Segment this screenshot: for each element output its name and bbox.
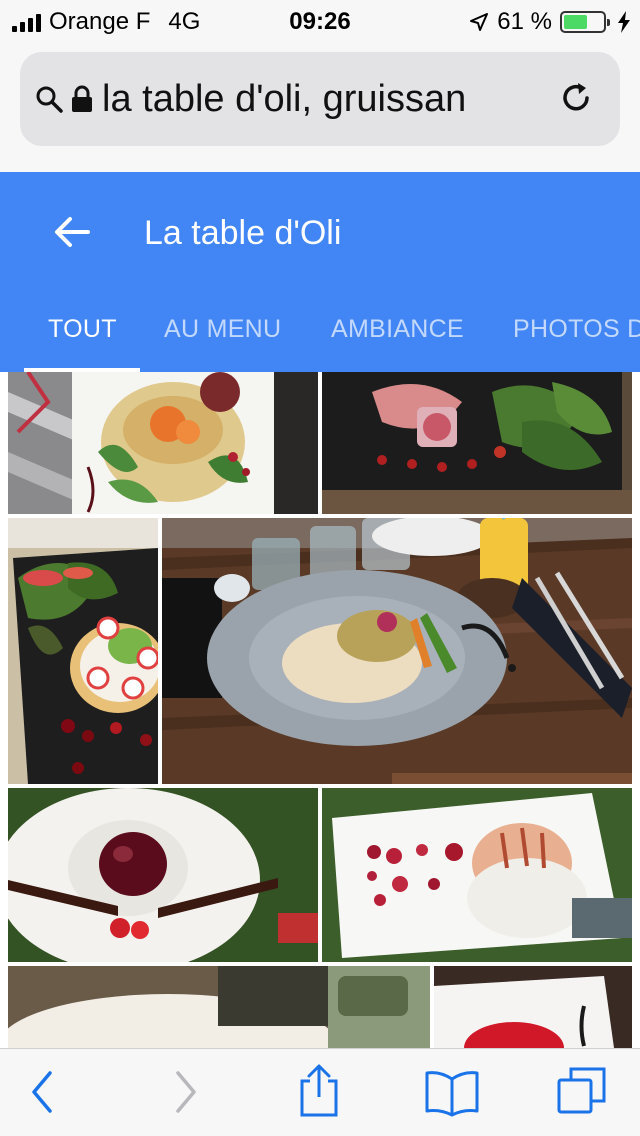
battery-percent: 61 % [497,8,552,35]
back-icon[interactable] [30,1069,56,1115]
battery-level [564,15,588,29]
reload-icon[interactable] [556,78,596,118]
location-arrow-icon [470,13,489,31]
status-bar: Orange F 4G 09:26 61 % [0,0,640,44]
charging-bolt-icon [618,11,630,33]
back-arrow-icon[interactable] [48,208,96,256]
tabs-icon[interactable] [556,1065,608,1117]
share-icon[interactable] [296,1063,342,1119]
browser-toolbar [0,1048,640,1136]
lock-icon [72,85,92,112]
forward-icon[interactable] [172,1069,198,1115]
photo-risotto-plate-table[interactable] [162,518,632,784]
photo-salad-crepe-basket[interactable] [8,372,318,514]
photo-ham-and-greens-slate[interactable] [322,372,632,514]
tab-photos[interactable]: PHOTOS D [513,314,640,344]
photo-grid [0,372,640,1048]
tab-ambiance[interactable]: AMBIANCE [331,314,464,344]
photo-toast-radish-slate[interactable] [8,518,158,784]
search-icon [36,86,63,113]
photo-red-dessert-partial[interactable] [434,966,632,1048]
tab-tout[interactable]: TOUT [48,314,117,344]
photo-red-dome-dessert[interactable] [8,788,318,962]
place-title: La table d'Oli [144,214,342,252]
place-header: La table d'Oli TOUT AU MENU AMBIANCE PHO… [0,172,640,372]
photo-plate-partial[interactable] [8,966,430,1048]
status-right: 61 % [469,8,630,36]
photo-meringue-dessert[interactable] [322,788,632,962]
url-text: la table d'oli, gruissan [102,77,467,120]
battery-icon [560,11,610,33]
address-bar[interactable]: la table d'oli, gruissan [20,52,620,146]
bookmarks-icon[interactable] [424,1069,480,1117]
tab-au-menu[interactable]: AU MENU [164,314,281,344]
browser-address-area: la table d'oli, gruissan [0,44,640,172]
